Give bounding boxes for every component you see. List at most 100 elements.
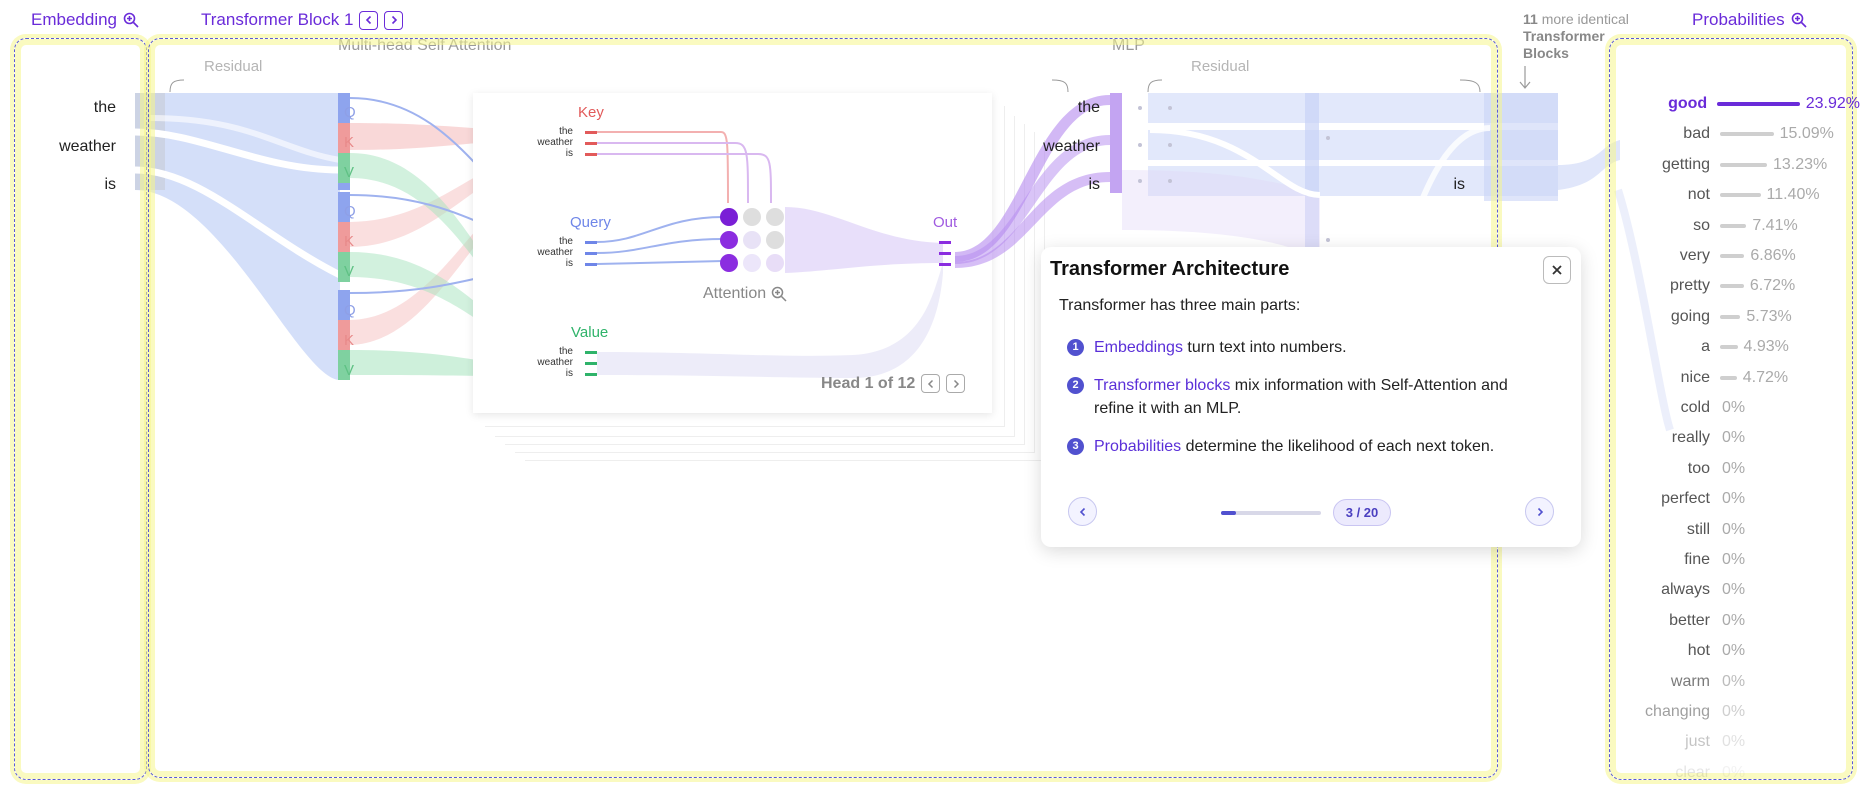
block-title: Transformer Block 1 (201, 10, 354, 29)
probability-percent: 0% (1722, 611, 1746, 629)
probability-row[interactable]: cold 0% (1610, 396, 1860, 420)
probability-word: better (1669, 611, 1710, 629)
probability-row[interactable]: pretty 6.72% (1610, 274, 1860, 298)
probability-word: fine (1684, 551, 1710, 568)
embedding-header[interactable]: Embedding (31, 10, 139, 30)
step-text: Transformer blocks mix information with … (1094, 374, 1547, 420)
probability-row[interactable]: changing 0% (1610, 700, 1860, 724)
embedding-token: weather (59, 138, 116, 155)
probability-percent: 4.93% (1743, 338, 1789, 356)
transformer-block-header: Transformer Block 1 (201, 10, 404, 30)
chevron-right-icon (1537, 507, 1543, 516)
chevron-left-icon (1079, 507, 1085, 516)
probability-row[interactable]: still 0% (1610, 518, 1860, 542)
probability-percent: 0% (1722, 399, 1746, 416)
probability-percent: 0% (1722, 703, 1746, 720)
tour-step: 2 Transformer blocks mix information wit… (1067, 374, 1547, 420)
probability-word: always (1661, 581, 1710, 599)
probability-row[interactable]: warm 0% (1610, 670, 1860, 694)
probability-percent: 0% (1722, 520, 1746, 538)
step-highlight-probabilities[interactable]: Probabilities (1094, 438, 1181, 455)
probability-percent: 4.72% (1742, 368, 1789, 386)
probability-row[interactable]: hot 0% (1610, 639, 1860, 663)
tour-progress-fill (1221, 511, 1236, 515)
probability-row[interactable]: very 6.86% (1610, 244, 1860, 268)
probability-word: hot (1687, 642, 1710, 660)
probability-bar (1717, 102, 1800, 106)
probability-row[interactable]: really 0% (1610, 426, 1860, 450)
probability-row[interactable]: not 11.40% (1610, 183, 1860, 207)
embedding-token: is (104, 176, 116, 193)
mlp-token: the (1077, 99, 1100, 116)
probability-row[interactable]: always 0% (1610, 578, 1860, 602)
step-body: turn text into numbers. (1182, 339, 1347, 356)
probability-percent: 0% (1722, 429, 1746, 447)
k-label: K (344, 233, 355, 250)
probability-percent: 0% (1722, 733, 1746, 751)
probability-row[interactable]: just 0% (1610, 730, 1860, 754)
arrow-down-icon (1519, 66, 1531, 89)
probability-row[interactable]: so 7.41% (1610, 214, 1860, 238)
probability-row[interactable]: going 5.73% (1610, 305, 1860, 329)
probability-row[interactable]: perfect 0% (1610, 487, 1860, 511)
step-text: Embeddings turn text into numbers. (1094, 336, 1347, 359)
tour-dialog: Transformer Architecture Transformer has… (1041, 247, 1581, 547)
probability-word: changing (1645, 703, 1710, 720)
probability-percent: 7.41% (1752, 216, 1798, 234)
step-body: determine the likelihood of each next to… (1181, 438, 1495, 455)
probability-row[interactable]: better 0% (1610, 609, 1860, 633)
probability-row[interactable]: a 4.93% (1610, 335, 1860, 359)
step-highlight-transformer-blocks[interactable]: Transformer blocks (1094, 377, 1230, 394)
v-label: V (344, 164, 355, 181)
probability-word: going (1670, 307, 1710, 325)
probabilities-header[interactable]: Probabilities (1692, 10, 1807, 30)
probability-percent: 0% (1722, 642, 1746, 660)
tour-prev-button[interactable] (1068, 497, 1097, 526)
probabilities-title: Probabilities (1692, 10, 1785, 29)
probability-word: not (1687, 186, 1710, 204)
close-button[interactable] (1543, 256, 1571, 284)
zoom-in-icon (1791, 12, 1807, 28)
probability-word: cold (1680, 399, 1710, 416)
probability-row[interactable]: too 0% (1610, 457, 1860, 481)
probability-row[interactable]: fine 0% (1610, 548, 1860, 572)
probability-word: warm (1670, 672, 1710, 690)
more-blocks-bold: Transformer Blocks (1523, 28, 1605, 61)
tour-title: Transformer Architecture (1050, 258, 1290, 280)
probability-percent: 15.09% (1779, 125, 1834, 143)
probability-row[interactable]: bad 15.09% (1610, 122, 1860, 146)
probability-word: still (1686, 520, 1710, 538)
probability-word: perfect (1661, 490, 1710, 508)
v-label: V (344, 263, 355, 280)
tour-next-button[interactable] (1525, 497, 1554, 526)
probability-bar (1720, 284, 1744, 289)
probability-percent: 6.72% (1749, 277, 1796, 295)
next-block-button[interactable] (384, 10, 404, 30)
step-number: 3 (1067, 438, 1084, 455)
probability-bar (1720, 254, 1745, 258)
probability-percent: 5.73% (1746, 307, 1792, 325)
tour-step: 3 Probabilities determine the likelihood… (1067, 435, 1547, 458)
probability-bar (1720, 314, 1741, 319)
probability-word: a (1701, 338, 1710, 356)
step-number: 1 (1067, 339, 1084, 356)
probability-bar (1720, 162, 1767, 167)
step-text: Probabilities determine the likelihood o… (1094, 435, 1494, 458)
probability-row[interactable]: clear 0% (1610, 761, 1860, 780)
probability-list: good 23.92% bad 15.09% getting 13.23% not 11.40… (1610, 92, 1860, 780)
tour-step: 1 Embeddings turn text into numbers. (1067, 336, 1547, 359)
tour-progress (1221, 511, 1321, 515)
v-label: V (344, 362, 355, 379)
k-label: K (344, 134, 355, 151)
probability-row[interactable]: good 23.92% (1610, 92, 1860, 116)
step-highlight-embeddings[interactable]: Embeddings (1094, 339, 1183, 356)
probability-percent: 0% (1722, 672, 1746, 690)
probability-bar (1720, 132, 1774, 137)
probability-word: getting (1661, 155, 1710, 173)
probability-percent: 13.23% (1773, 155, 1828, 173)
prev-block-button[interactable] (359, 10, 379, 30)
probability-row[interactable]: nice 4.72% (1610, 366, 1860, 390)
probability-percent: 11.40% (1766, 186, 1820, 204)
last-block-token: is (1453, 176, 1465, 193)
probability-row[interactable]: getting 13.23% (1610, 153, 1860, 177)
